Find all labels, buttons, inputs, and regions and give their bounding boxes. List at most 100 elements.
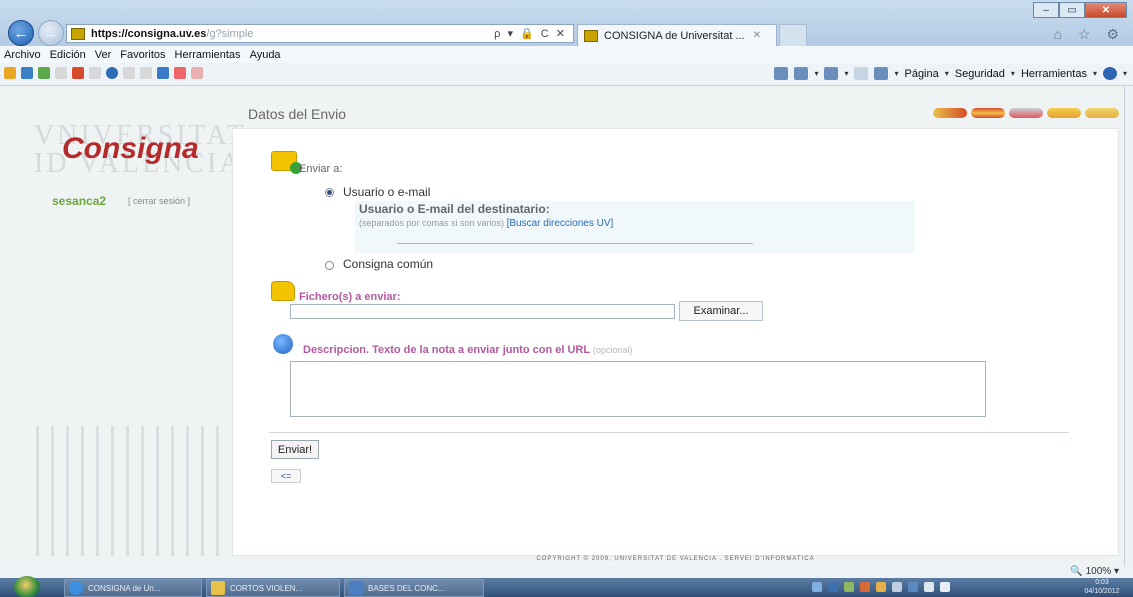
send-to-label: Enviar a: <box>299 163 343 175</box>
radio-consigna-comun[interactable] <box>325 261 334 270</box>
description-textarea[interactable] <box>290 361 986 417</box>
logout-link[interactable]: [ cerrar sesión ] <box>128 196 190 206</box>
status-bar: 🔍 100% ▾ <box>0 566 1133 578</box>
recipient-hint-text: (separados por comas si son varios) <box>359 218 505 228</box>
send-button[interactable]: Enviar! <box>271 440 319 459</box>
menu-ayuda[interactable]: Ayuda <box>250 49 281 61</box>
tray-icon[interactable] <box>876 582 886 592</box>
language-flag-icon[interactable] <box>933 108 967 118</box>
task-label: CORTOS VIOLEN... <box>230 583 303 593</box>
maximize-button[interactable]: ▭ <box>1059 2 1085 18</box>
menu-favoritos[interactable]: Favoritos <box>120 49 165 61</box>
task-label: BASES DEL CONC... <box>368 583 445 593</box>
minimize-button[interactable]: – <box>1033 2 1059 18</box>
send-form-panel: Enviar a: Usuario o e-mail Usuario o E-m… <box>232 128 1119 556</box>
tab-close-icon[interactable]: ✕ <box>753 30 761 41</box>
tray-icon[interactable] <box>860 582 870 592</box>
clock[interactable]: 0:03 04/10/2012 <box>1077 578 1127 596</box>
menu-edicion[interactable]: Edición <box>50 49 86 61</box>
url-host: https://consigna.uv.es <box>91 27 207 40</box>
tray-icon[interactable] <box>828 582 838 592</box>
description-label: Descripcion. Texto de la nota a enviar j… <box>303 344 632 356</box>
menu-archivo[interactable]: Archivo <box>4 49 41 61</box>
back-button[interactable]: ← <box>8 20 34 46</box>
zoom-icon: 🔍 <box>1070 566 1083 577</box>
tray-icon[interactable] <box>844 582 854 592</box>
browser-titlebar: ← → https://consigna.uv.es /g?simple ρ ▾… <box>0 0 1133 46</box>
ie-icon <box>69 581 83 595</box>
globe-icon[interactable] <box>106 67 118 79</box>
help-icon[interactable] <box>1102 67 1117 80</box>
back-link-button[interactable]: <= <box>271 469 301 483</box>
bookmark-icon[interactable] <box>21 67 33 79</box>
description-label-text: Descripcion. Texto de la nota a enviar j… <box>303 344 590 356</box>
command-bar: ▾ ▾ ▾ Página ▾ Seguridad ▾ Herramientas ▾ ▾ <box>774 67 1127 80</box>
clock-time: 0:03 <box>1095 579 1109 586</box>
mail-icon[interactable] <box>854 67 869 80</box>
tray-icon[interactable] <box>892 582 902 592</box>
task-bases[interactable]: BASES DEL CONC... <box>344 579 484 597</box>
language-flag-icon[interactable] <box>1085 108 1119 118</box>
rss-icon[interactable] <box>774 67 789 80</box>
window-controls: – ▭ ✕ <box>1033 2 1127 18</box>
zoom-value: 100% <box>1085 566 1112 577</box>
folder-icon <box>211 581 225 595</box>
username: sesanca2 <box>52 194 107 208</box>
page-menu[interactable]: Página <box>904 68 938 80</box>
consigna-logo: Consigna <box>62 132 199 165</box>
vertical-scrollbar[interactable] <box>1124 86 1133 566</box>
home-favorites-tools-icons[interactable]: ⌂ ☆ ⚙ <box>1054 26 1125 43</box>
home-icon[interactable] <box>794 67 809 80</box>
print-icon[interactable] <box>874 67 889 80</box>
start-button[interactable] <box>14 576 40 597</box>
volume-icon[interactable] <box>924 582 934 592</box>
address-tools[interactable]: ρ ▾ 🔒 C ✕ <box>494 27 567 40</box>
separator-icon <box>89 67 101 79</box>
separator-icon <box>55 67 67 79</box>
radio-usuario-label[interactable]: Usuario o e-mail <box>343 185 430 199</box>
task-consigna[interactable]: CONSIGNA de Un... <box>64 579 202 597</box>
folder-icon <box>271 281 295 301</box>
language-flag-icon[interactable] <box>971 108 1005 118</box>
new-tab-button[interactable] <box>779 24 807 46</box>
url-path: /g?simple <box>206 27 254 40</box>
flag-icon[interactable] <box>940 582 950 592</box>
menu-bar: Archivo Edición Ver Favoritos Herramient… <box>0 46 1133 63</box>
favorites-star-icon[interactable] <box>4 67 16 79</box>
tab-consigna[interactable]: CONSIGNA de Universitat ... ✕ <box>577 24 777 46</box>
security-menu[interactable]: Seguridad <box>955 68 1005 80</box>
tray-icon[interactable] <box>908 582 918 592</box>
bookmark-icon[interactable] <box>174 67 186 79</box>
feeds-icon[interactable] <box>824 67 839 80</box>
page-content: VNIVERSITAT ID VALENCIA Consigna sesanca… <box>0 86 1124 566</box>
recipient-input[interactable] <box>397 228 753 244</box>
address-bar[interactable]: https://consigna.uv.es /g?simple ρ ▾ 🔒 C… <box>66 24 574 43</box>
bookmark-icon[interactable] <box>38 67 50 79</box>
close-button[interactable]: ✕ <box>1085 2 1127 18</box>
task-cortos[interactable]: CORTOS VIOLEN... <box>206 579 340 597</box>
info-icon <box>273 334 293 354</box>
tab-favicon-icon <box>584 29 598 42</box>
menu-ver[interactable]: Ver <box>95 49 112 61</box>
file-path-input[interactable] <box>290 304 675 319</box>
tools-menu[interactable]: Herramientas <box>1021 68 1087 80</box>
bookmark-icon[interactable] <box>157 67 169 79</box>
language-flag-icon[interactable] <box>1009 108 1043 118</box>
system-tray <box>812 582 950 592</box>
divider <box>269 432 1069 433</box>
bookmark-icon[interactable] <box>72 67 84 79</box>
site-favicon-icon <box>71 27 85 40</box>
radio-usuario[interactable] <box>325 188 334 197</box>
radio-consigna-comun-label[interactable]: Consigna común <box>343 257 433 271</box>
browse-button[interactable]: Examinar... <box>679 301 763 321</box>
tray-icon[interactable] <box>812 582 822 592</box>
bookmark-icon[interactable] <box>191 67 203 79</box>
recipient-label: Usuario o E-mail del destinatario: <box>359 202 550 216</box>
separator-icon <box>140 67 152 79</box>
zoom-level[interactable]: 🔍 100% ▾ <box>1070 566 1119 577</box>
forward-button[interactable]: → <box>38 20 64 46</box>
language-flag-icon[interactable] <box>1047 108 1081 118</box>
section-title: Datos del Envio <box>248 106 347 122</box>
menu-herramientas[interactable]: Herramientas <box>175 49 241 61</box>
tab-title: CONSIGNA de Universitat ... <box>604 29 745 42</box>
